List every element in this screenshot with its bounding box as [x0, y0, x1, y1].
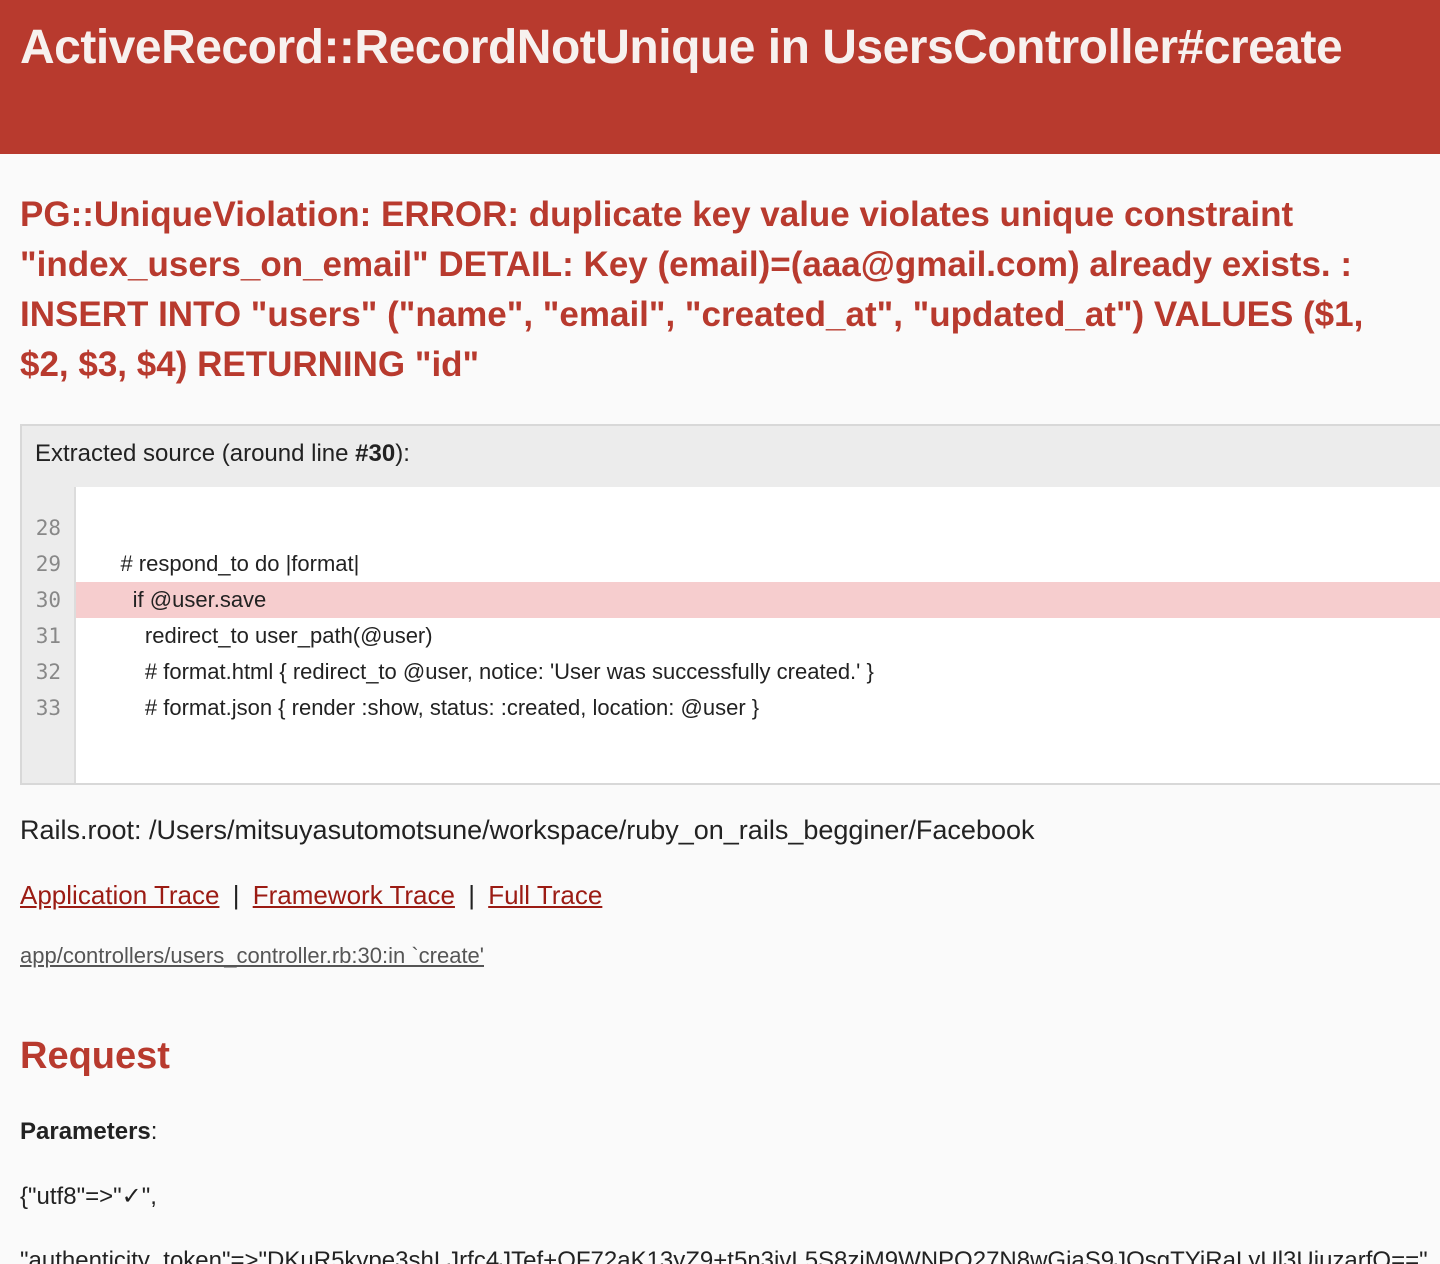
parameters-line: {"utf8"=>"✓",	[20, 1183, 157, 1210]
line-number: 30	[35, 588, 61, 612]
parameters-label-colon: :	[150, 1118, 158, 1145]
line-number: 32	[35, 660, 61, 684]
extracted-source: Extracted source (around line #30): 28 2…	[20, 424, 1440, 785]
code-line: redirect_to user_path(@user)	[96, 623, 433, 648]
framework-trace-link[interactable]: Framework Trace	[253, 880, 455, 910]
main-content: PG::UniqueViolation: ERROR: duplicate ke…	[0, 190, 1440, 1264]
page-title: ActiveRecord::RecordNotUnique in UsersCo…	[20, 21, 1343, 74]
trace-file-link[interactable]: app/controllers/users_controller.rb:30:i…	[20, 943, 484, 969]
line-number: 28	[35, 516, 61, 540]
full-trace-link[interactable]: Full Trace	[488, 880, 602, 910]
source-header-prefix: Extracted source (around line	[35, 440, 356, 467]
trace-links: Application Trace | Framework Trace | Fu…	[20, 880, 1440, 911]
rails-root: Rails.root: /Users/mitsuyasutomotsune/wo…	[20, 815, 1035, 845]
trace-separator: |	[232, 880, 240, 910]
exception-message: PG::UniqueViolation: ERROR: duplicate ke…	[20, 195, 1364, 384]
parameters-label: Parameters:	[20, 1118, 1440, 1146]
line-numbers: 28 29 30 31 32 33	[22, 487, 76, 783]
parameters-line: "authenticity_token"=>"DKuR5kype3shLJrfc…	[20, 1247, 1435, 1264]
parameters-label-text: Parameters	[20, 1118, 151, 1145]
source-header: Extracted source (around line #30):	[22, 426, 1440, 487]
line-number: 31	[35, 624, 61, 648]
trace-separator: |	[468, 880, 475, 910]
code-line: # respond_to do |format|	[96, 551, 360, 576]
line-number: 33	[35, 696, 61, 720]
source-body: 28 29 30 31 32 33 # respond_to do |forma…	[22, 487, 1440, 783]
source-header-line: #30	[355, 440, 396, 467]
request-heading: Request	[20, 1035, 170, 1077]
application-trace-link[interactable]: Application Trace	[20, 880, 219, 910]
line-number: 29	[35, 552, 61, 576]
code-line: # format.html { redirect_to @user, notic…	[96, 659, 874, 684]
code-lines: # respond_to do |format| if @user.save r…	[76, 487, 1440, 783]
error-header: ActiveRecord::RecordNotUnique in UsersCo…	[0, 0, 1440, 154]
code-line-highlighted: if @user.save	[76, 582, 1440, 618]
source-header-suffix: ):	[395, 440, 410, 467]
code-line: # format.json { render :show, status: :c…	[96, 695, 760, 720]
